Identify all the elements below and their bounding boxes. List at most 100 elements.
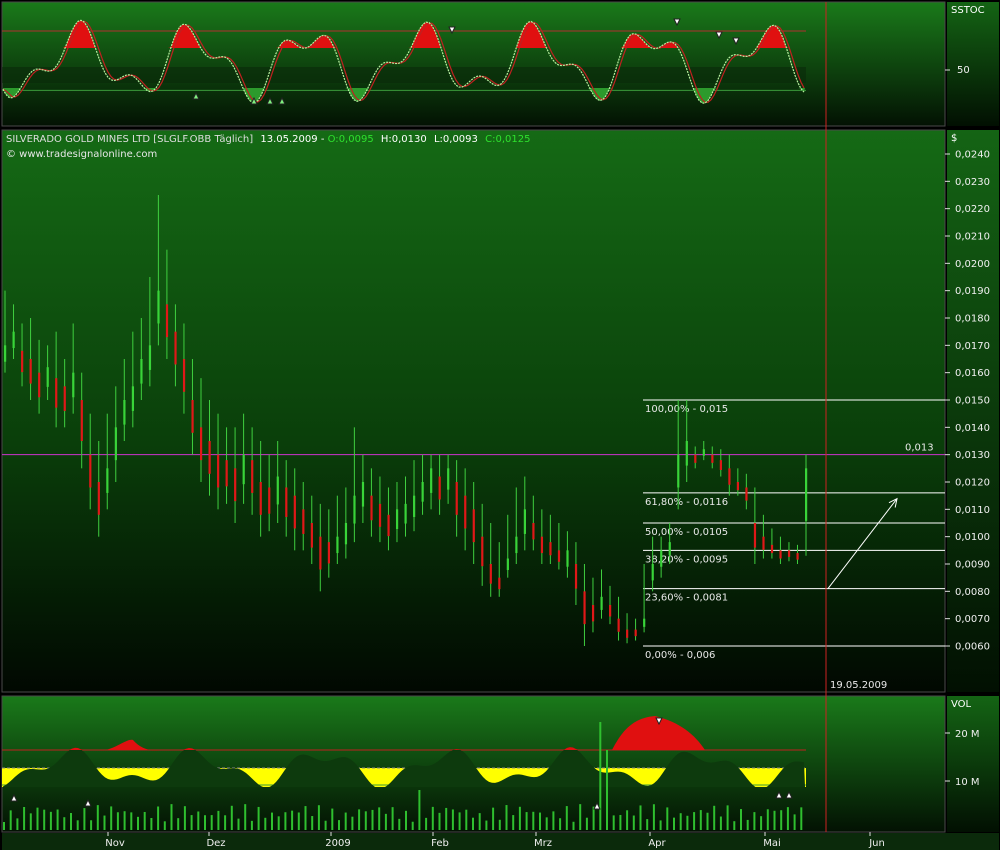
price-body xyxy=(225,460,228,487)
y-tick-label: 0,0220 xyxy=(955,204,990,215)
x-tick-label: Mrz xyxy=(534,838,552,849)
price-body xyxy=(805,468,808,521)
price-body xyxy=(404,503,407,524)
price-body xyxy=(413,495,416,517)
price-body xyxy=(310,523,313,548)
price-body xyxy=(643,618,646,627)
price-body xyxy=(557,550,561,562)
price-body xyxy=(395,509,399,530)
price-body xyxy=(140,359,143,384)
fib-label: 50,00% - 0,0105 xyxy=(645,527,728,538)
price-body xyxy=(55,378,58,408)
price-body xyxy=(344,523,348,545)
price-body xyxy=(634,629,637,637)
price-body xyxy=(591,605,595,622)
price-body xyxy=(660,550,663,567)
instrument-title: SILVERADO GOLD MINES LTD [SLGLF.OBB Tägl… xyxy=(6,134,530,145)
price-body xyxy=(787,550,791,557)
vol-tick-label: 20 M xyxy=(955,729,980,740)
x-tick-label: Mai xyxy=(763,838,781,849)
x-tick-label: Nov xyxy=(105,838,125,849)
price-body xyxy=(702,449,705,456)
price-body xyxy=(4,345,7,362)
price-body xyxy=(370,495,373,521)
y-tick-label: 0,0130 xyxy=(955,450,990,461)
price-body xyxy=(430,468,433,493)
price-body xyxy=(191,400,194,433)
stoch-panel xyxy=(1,1,946,127)
price-body xyxy=(566,550,569,567)
price-body xyxy=(259,482,262,515)
price-body xyxy=(438,476,441,500)
fib-label: 0,00% - 0,006 xyxy=(645,650,715,661)
price-body xyxy=(302,509,305,534)
price-body xyxy=(21,350,24,373)
fib-label: 38,20% - 0,0095 xyxy=(645,554,728,565)
price-body xyxy=(574,564,578,589)
y-tick-label: 0,0230 xyxy=(955,177,990,188)
price-body xyxy=(268,487,271,514)
fib-label: 61,80% - 0,0116 xyxy=(645,497,728,508)
price-body xyxy=(251,460,254,493)
y-tick-label: 0,0070 xyxy=(955,614,990,625)
price-body xyxy=(182,359,186,392)
price-body xyxy=(540,536,544,554)
price-body xyxy=(234,468,237,502)
price-body xyxy=(199,427,203,461)
price-body xyxy=(157,290,160,324)
price-body xyxy=(148,345,152,370)
price-body xyxy=(728,468,731,485)
price-body xyxy=(46,367,49,387)
price-body xyxy=(515,536,518,554)
price-body xyxy=(12,331,15,349)
price-body xyxy=(217,454,220,488)
price-body xyxy=(770,544,774,554)
y-tick-label: 0,0060 xyxy=(955,642,990,653)
y-tick-label: 0,0200 xyxy=(955,259,990,270)
y-tick-label: 0,0190 xyxy=(955,286,990,297)
stoch-axis xyxy=(947,2,999,126)
price-body xyxy=(208,441,211,474)
y-tick-label: 0,0150 xyxy=(955,396,990,407)
price-body xyxy=(421,482,424,502)
price-body xyxy=(711,454,714,463)
y-tick-label: 0,0090 xyxy=(955,560,990,571)
price-body xyxy=(719,460,722,470)
price-body xyxy=(685,441,688,466)
price-body xyxy=(694,454,697,463)
price-body xyxy=(779,550,782,559)
price-body xyxy=(353,495,356,524)
price-body xyxy=(651,564,654,581)
volume-axis xyxy=(947,696,999,832)
price-body xyxy=(131,386,135,411)
price-body xyxy=(38,372,41,398)
price-body xyxy=(506,558,509,571)
price-panel xyxy=(1,129,946,693)
price-body xyxy=(72,372,75,398)
fib-label: 23,60% - 0,0081 xyxy=(645,593,728,604)
price-body xyxy=(447,468,450,490)
stoch-panel-name: SSTOC xyxy=(951,5,985,16)
vol-tick-label: 10 M xyxy=(955,777,980,788)
price-body xyxy=(123,400,126,425)
price-body xyxy=(677,454,680,488)
price-body xyxy=(600,596,603,610)
price-body xyxy=(80,400,83,441)
stoch-mid-zone xyxy=(2,67,806,83)
price-body xyxy=(29,359,32,384)
price-body xyxy=(745,487,748,501)
price-body xyxy=(276,476,279,505)
price-body xyxy=(464,495,467,529)
y-tick-label: 0,0170 xyxy=(955,341,990,352)
price-body xyxy=(609,605,612,617)
price-body xyxy=(498,577,501,590)
price-body xyxy=(549,542,552,556)
x-tick-label: Dez xyxy=(206,838,225,849)
price-body xyxy=(796,553,799,560)
price-body xyxy=(114,427,117,461)
price-body xyxy=(523,509,526,534)
price-body xyxy=(617,618,620,632)
price-body xyxy=(174,331,177,365)
price-body xyxy=(762,536,765,550)
price-body xyxy=(455,482,458,515)
